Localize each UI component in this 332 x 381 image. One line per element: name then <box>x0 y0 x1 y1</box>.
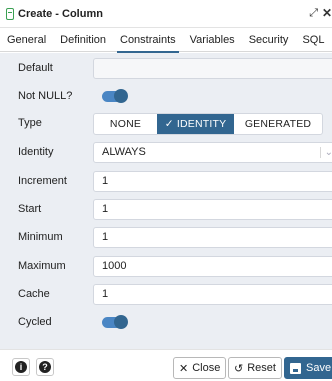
identity-select[interactable]: ALWAYS ⌄ <box>93 142 332 163</box>
help-button[interactable]: ? <box>36 358 54 376</box>
start-label: Start <box>18 203 42 215</box>
increment-input[interactable]: 1 <box>93 171 332 192</box>
constraints-panel: Default Not NULL? Type NONE ✓ IDENTITY G… <box>0 53 332 349</box>
info-icon: i <box>15 361 27 373</box>
tab-constraints[interactable]: Constraints <box>113 28 183 53</box>
tab-general[interactable]: General <box>0 28 53 52</box>
type-option-generated[interactable]: GENERATED <box>234 114 322 134</box>
reset-button-label: Reset <box>247 362 276 374</box>
cycled-label: Cycled <box>18 316 52 328</box>
identity-label: Identity <box>18 146 54 158</box>
not-null-row: Not NULL? <box>0 83 332 111</box>
close-icon[interactable]: ✕ <box>322 6 332 20</box>
toggle-knob <box>114 89 128 103</box>
increment-label: Increment <box>18 175 67 187</box>
not-null-toggle[interactable] <box>102 89 128 103</box>
type-label: Type <box>18 117 42 129</box>
expand-icon[interactable]: ⤢ <box>309 7 318 20</box>
minimum-label: Minimum <box>18 231 63 243</box>
maximum-row: Maximum 1000 <box>0 253 332 281</box>
select-divider <box>320 147 321 158</box>
type-option-identity-label: IDENTITY <box>176 118 227 130</box>
maximum-label: Maximum <box>18 260 66 272</box>
save-button-label: Save <box>306 362 332 374</box>
start-input[interactable]: 1 <box>93 199 332 220</box>
info-button[interactable]: i <box>12 358 30 376</box>
floppy-disk-icon <box>290 362 301 374</box>
close-button-label: Close <box>192 362 221 374</box>
tab-sql[interactable]: SQL <box>295 28 331 52</box>
identity-value: ALWAYS <box>102 146 146 158</box>
maximum-input[interactable]: 1000 <box>93 256 332 277</box>
cache-input[interactable]: 1 <box>93 284 332 305</box>
increment-row: Increment 1 <box>0 168 332 196</box>
minimum-input[interactable]: 1 <box>93 227 332 248</box>
tab-bar: General Definition Constraints Variables… <box>0 28 332 53</box>
minimum-row: Minimum 1 <box>0 224 332 252</box>
close-button[interactable]: ✕ Close <box>173 357 227 379</box>
chevron-down-icon[interactable]: ⌄ <box>325 143 332 162</box>
column-icon <box>6 7 14 20</box>
dialog-titlebar: Create - Column ⤢ ✕ <box>0 0 332 28</box>
default-row: Default <box>0 55 332 83</box>
tab-definition[interactable]: Definition <box>53 28 113 52</box>
cycled-toggle[interactable] <box>102 315 128 329</box>
tab-security[interactable]: Security <box>242 28 296 52</box>
default-input[interactable] <box>93 58 332 79</box>
reset-icon: ↺ <box>234 362 244 375</box>
help-icon: ? <box>39 361 51 373</box>
cache-label: Cache <box>18 288 50 300</box>
not-null-label: Not NULL? <box>18 90 73 102</box>
identity-row: Identity ALWAYS ⌄ <box>0 139 332 167</box>
type-option-identity[interactable]: ✓ IDENTITY <box>157 114 234 134</box>
type-segmented-control: NONE ✓ IDENTITY GENERATED <box>93 113 323 135</box>
check-icon: ✓ <box>164 118 177 130</box>
dialog-title: Create - Column <box>18 7 103 20</box>
cache-row: Cache 1 <box>0 281 332 309</box>
tab-variables[interactable]: Variables <box>183 28 242 52</box>
toggle-knob <box>114 315 128 329</box>
cycled-row: Cycled <box>0 309 332 337</box>
type-row: Type NONE ✓ IDENTITY GENERATED <box>0 110 332 138</box>
close-x-icon: ✕ <box>179 362 189 375</box>
type-option-none[interactable]: NONE <box>94 114 157 134</box>
save-button[interactable]: Save <box>284 357 332 379</box>
start-row: Start 1 <box>0 196 332 224</box>
dialog-footer: i ? ✕ Close ↺ Reset Save <box>0 349 332 381</box>
reset-button[interactable]: ↺ Reset <box>228 357 282 379</box>
default-label: Default <box>18 62 53 74</box>
